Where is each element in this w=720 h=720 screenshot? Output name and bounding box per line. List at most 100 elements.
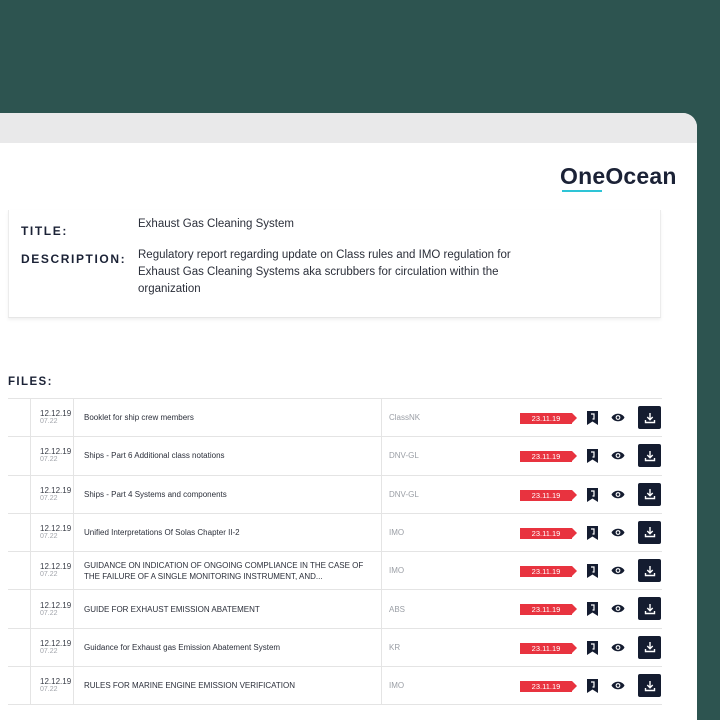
window-title-bar: [0, 113, 697, 143]
file-source: DNV-GL: [381, 437, 511, 475]
bookmark-save-icon[interactable]: [587, 487, 598, 502]
file-source: ClassNK: [381, 399, 511, 437]
eye-icon[interactable]: [611, 450, 625, 461]
file-name-text[interactable]: GUIDANCE ON INDICATION OF ONGOING COMPLI…: [84, 560, 374, 582]
file-name[interactable]: RULES FOR MARINE ENGINE EMISSION VERIFIC…: [84, 667, 374, 704]
file-row[interactable]: 12.12.19 07.22 Guidance for Exhaust gas Em…: [8, 628, 662, 668]
app-window: OneOcean TITLE: Exhaust Gas Cleaning Sys…: [0, 113, 697, 720]
download-button[interactable]: [638, 635, 661, 659]
file-source: DNV-GL: [381, 475, 511, 513]
file-date: 12.12.19: [40, 638, 72, 648]
file-time: 07.22: [40, 494, 58, 502]
file-datetime: 12.12.19 07.22: [30, 513, 74, 552]
bookmark-save-icon[interactable]: [587, 679, 598, 694]
bookmark-save-icon[interactable]: [587, 602, 598, 617]
file-row[interactable]: 12.12.19 07.22 Unified Interpretations Of …: [8, 513, 662, 553]
download-icon: [644, 527, 655, 538]
file-datetime: 12.12.19 07.22: [30, 590, 74, 628]
date-badge: 23.11.19: [520, 604, 577, 616]
file-name-text[interactable]: RULES FOR MARINE ENGINE EMISSION VERIFIC…: [84, 680, 295, 691]
oneocean-logo[interactable]: OneOcean: [560, 163, 677, 190]
file-datetime: 12.12.19 07.22: [30, 552, 74, 590]
download-icon: [644, 642, 655, 653]
download-icon: [644, 450, 655, 461]
download-icon: [644, 412, 655, 423]
files-list: 12.12.19 07.22 Booklet for ship crew membe…: [8, 398, 662, 706]
file-row[interactable]: 12.12.19 07.22 Ships - Part 4 Systems and …: [8, 475, 662, 514]
eye-icon[interactable]: [611, 565, 625, 576]
file-date: 12.12.19: [40, 677, 72, 687]
date-badge: 23.11.19: [520, 527, 577, 539]
file-source: IMO: [381, 513, 511, 552]
download-button[interactable]: [638, 674, 661, 698]
file-source: IMO: [381, 552, 511, 590]
file-datetime: 12.12.19 07.22: [30, 437, 74, 475]
file-source: IMO: [381, 667, 511, 705]
download-button[interactable]: [638, 406, 661, 429]
eye-icon[interactable]: [611, 680, 625, 691]
description-value: Regulatory report regarding update on Cl…: [138, 249, 511, 295]
file-name[interactable]: Ships - Part 4 Systems and components: [84, 476, 374, 513]
download-icon: [644, 565, 655, 576]
date-badge: 23.11.19: [520, 681, 577, 693]
eye-icon[interactable]: [611, 603, 625, 614]
download-button[interactable]: [638, 444, 661, 468]
file-datetime: 12.12.19 07.22: [30, 475, 74, 513]
file-row[interactable]: 12.12.19 07.22 RULES FOR MARINE ENGINE EMI…: [8, 667, 662, 706]
eye-icon[interactable]: [611, 412, 625, 423]
file-name-text[interactable]: GUIDE FOR EXHAUST EMISSION ABATEMENT: [84, 604, 260, 615]
file-name-text[interactable]: Guidance for Exhaust gas Emission Abatem…: [84, 642, 280, 653]
file-time: 07.22: [40, 571, 58, 579]
eye-icon[interactable]: [611, 642, 625, 653]
bookmark-save-icon[interactable]: [587, 525, 598, 540]
download-button[interactable]: [638, 482, 661, 506]
file-datetime: 12.12.19 07.22: [30, 667, 74, 705]
bookmark-save-icon[interactable]: [587, 449, 598, 464]
file-name[interactable]: Ships - Part 6 Additional class notation…: [84, 437, 374, 474]
file-name-text[interactable]: Booklet for ship crew members: [84, 412, 194, 423]
file-row[interactable]: 12.12.19 07.22 GUIDANCE ON INDICATION OF O…: [8, 552, 662, 591]
file-name-text[interactable]: Ships - Part 6 Additional class notation…: [84, 450, 225, 461]
eye-icon[interactable]: [611, 489, 625, 500]
file-datetime: 12.12.19 07.22: [30, 628, 74, 667]
download-button[interactable]: [638, 559, 661, 583]
file-name[interactable]: Unified Interpretations Of Solas Chapter…: [84, 514, 374, 551]
file-time: 07.22: [40, 533, 58, 541]
file-time: 07.22: [40, 456, 58, 464]
date-badge: 23.11.19: [520, 413, 577, 424]
date-badge: 23.11.19: [520, 566, 577, 578]
file-source: ABS: [381, 590, 511, 628]
logo-accent-line: [562, 190, 602, 192]
date-badge: 23.11.19: [520, 489, 577, 501]
file-name[interactable]: GUIDE FOR EXHAUST EMISSION ABATEMENT: [84, 590, 374, 627]
eye-icon[interactable]: [611, 527, 625, 538]
file-time: 07.22: [40, 686, 58, 694]
file-name-text[interactable]: Unified Interpretations Of Solas Chapter…: [84, 527, 240, 538]
file-source: KR: [381, 628, 511, 667]
file-name[interactable]: GUIDANCE ON INDICATION OF ONGOING COMPLI…: [84, 552, 374, 589]
file-name-text[interactable]: Ships - Part 4 Systems and components: [84, 489, 227, 500]
file-name[interactable]: Guidance for Exhaust gas Emission Abatem…: [84, 629, 374, 666]
bookmark-save-icon[interactable]: [587, 411, 598, 425]
title-value: Exhaust Gas Cleaning System: [138, 218, 294, 230]
file-time: 07.22: [40, 418, 58, 426]
file-date: 12.12.19: [40, 485, 72, 495]
title-label: TITLE:: [21, 224, 68, 238]
download-icon: [644, 489, 655, 500]
file-row[interactable]: 12.12.19 07.22 GUIDE FOR EXHAUST EMISSION …: [8, 590, 662, 629]
download-button[interactable]: [638, 597, 661, 621]
file-datetime: 12.12.19 07.22: [30, 399, 74, 437]
bookmark-save-icon[interactable]: [587, 640, 598, 655]
file-name[interactable]: Booklet for ship crew members: [84, 399, 374, 436]
file-row[interactable]: 12.12.19 07.22 Ships - Part 6 Additional c…: [8, 437, 662, 476]
file-time: 07.22: [40, 647, 58, 655]
bookmark-save-icon[interactable]: [587, 564, 598, 579]
document-details-card: TITLE: Exhaust Gas Cleaning System DESCR…: [8, 210, 661, 318]
file-time: 07.22: [40, 609, 58, 617]
date-badge: 23.11.19: [520, 451, 577, 463]
file-date: 12.12.19: [40, 600, 72, 610]
date-badge: 23.11.19: [520, 642, 577, 654]
download-button[interactable]: [638, 520, 661, 544]
file-row[interactable]: 12.12.19 07.22 Booklet for ship crew membe…: [8, 399, 662, 438]
file-date: 12.12.19: [40, 447, 72, 457]
